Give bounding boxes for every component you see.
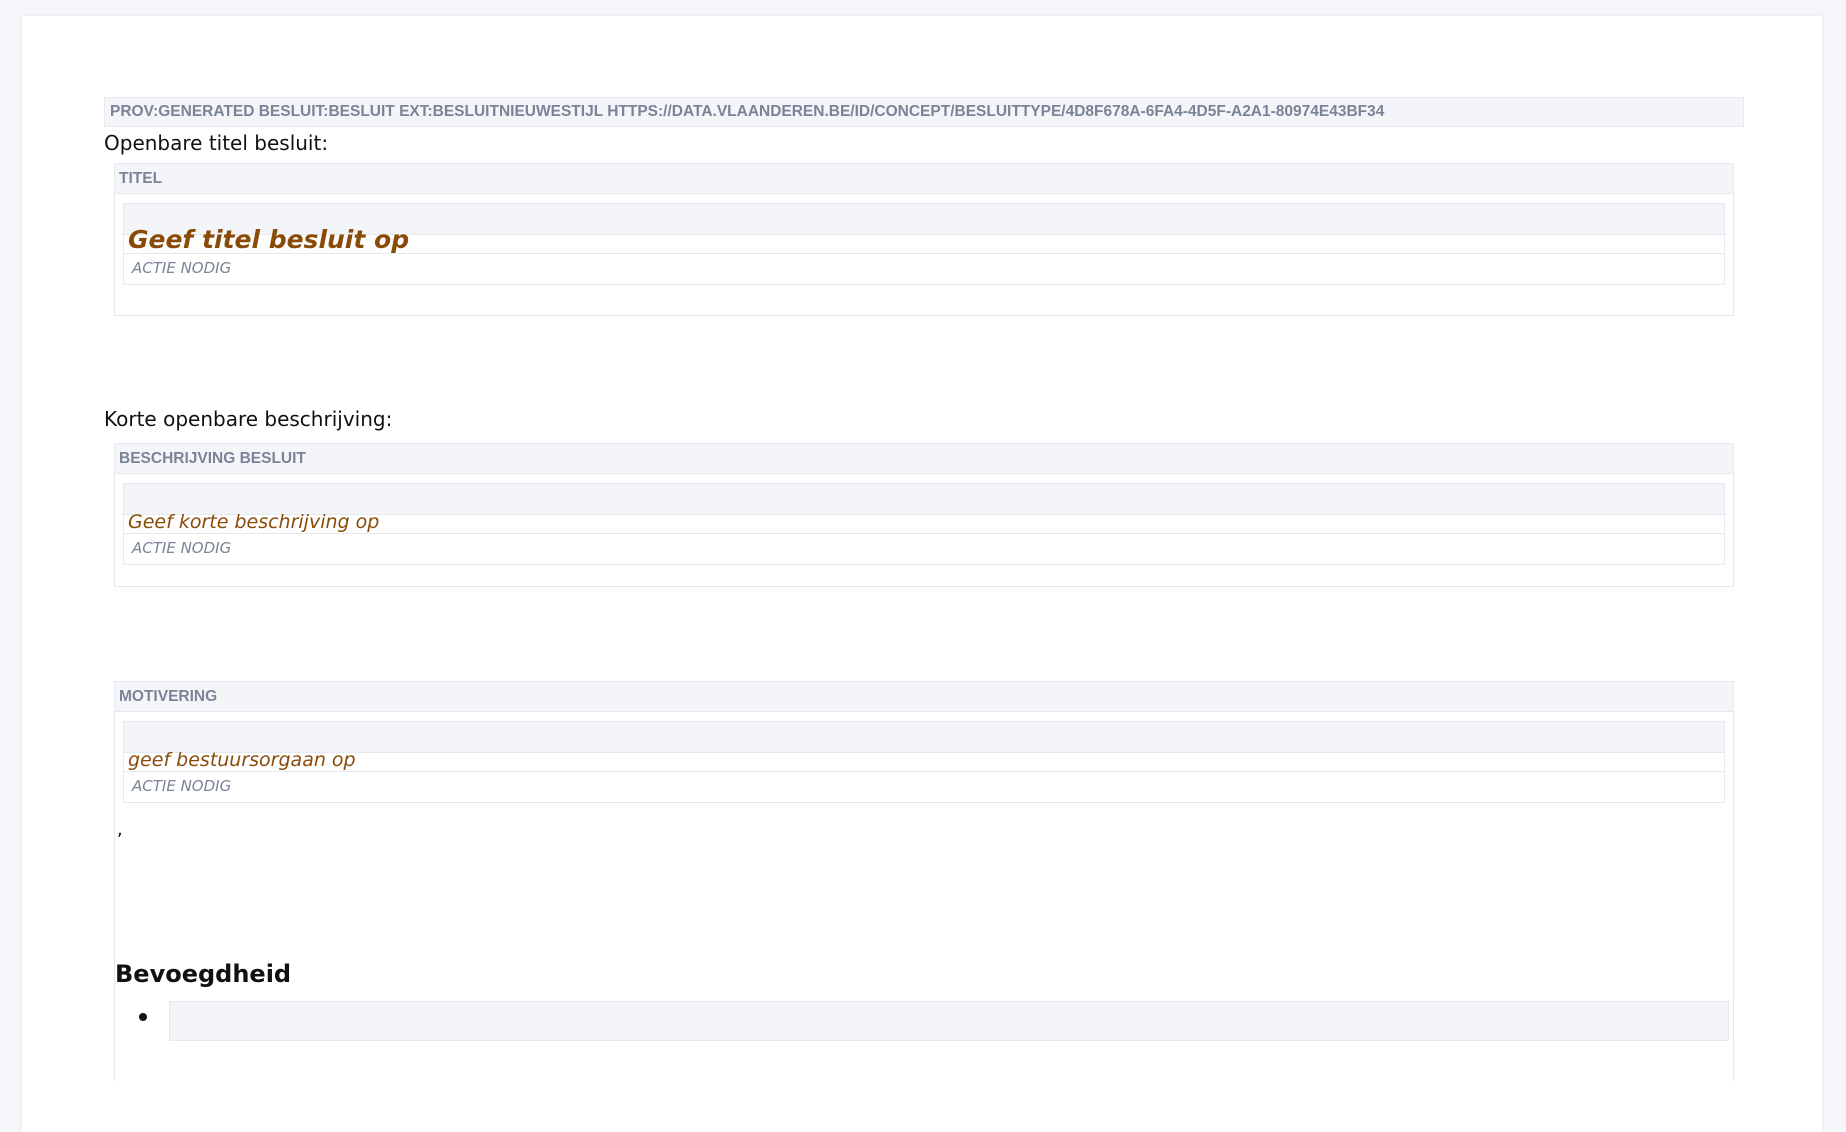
- motivering-panel-header: MOTIVERING: [115, 682, 1733, 712]
- motivering-status-label: ACTIE NODIG: [132, 777, 232, 795]
- motivering-placeholder-field[interactable]: geef bestuursorgaan op ACTIE NODIG: [123, 721, 1725, 803]
- motivering-field-top-bar: [124, 722, 1724, 753]
- motivering-panel: MOTIVERING geef bestuursorgaan op ACTIE …: [114, 681, 1734, 1081]
- beschrijving-status-label: ACTIE NODIG: [132, 539, 232, 557]
- beschrijving-placeholder-text[interactable]: Geef korte beschrijving op: [128, 511, 379, 533]
- motivering-trailing-text: ,: [117, 819, 123, 840]
- document-body: PROV:GENERATED BESLUIT:BESLUIT EXT:BESLU…: [104, 97, 1744, 1081]
- motivering-field-value[interactable]: geef bestuursorgaan op: [124, 749, 1724, 772]
- bullet-icon: [139, 1013, 147, 1021]
- titel-placeholder-field[interactable]: Geef titel besluit op ACTIE NODIG: [123, 203, 1725, 285]
- bevoegdheid-list-item: [115, 1001, 1733, 1041]
- titel-panel: TITEL Geef titel besluit op ACTIE NODIG: [114, 163, 1734, 316]
- title-section-label: Openbare titel besluit:: [104, 131, 329, 155]
- titel-placeholder-text[interactable]: Geef titel besluit op: [128, 225, 409, 254]
- titel-panel-header: TITEL: [115, 164, 1733, 194]
- titel-field-value[interactable]: Geef titel besluit op: [124, 225, 1724, 254]
- beschrijving-panel: BESCHRIJVING BESLUIT Geef korte beschrij…: [114, 443, 1734, 587]
- beschrijving-placeholder-field[interactable]: Geef korte beschrijving op ACTIE NODIG: [123, 483, 1725, 565]
- beschrijving-field-value[interactable]: Geef korte beschrijving op: [124, 511, 1724, 534]
- document-page: PROV:GENERATED BESLUIT:BESLUIT EXT:BESLU…: [22, 16, 1822, 1132]
- bevoegdheid-heading: Bevoegdheid: [115, 960, 292, 988]
- bevoegdheid-item-field[interactable]: [169, 1001, 1729, 1041]
- beschrijving-panel-header: BESCHRIJVING BESLUIT: [115, 444, 1733, 474]
- description-section-label: Korte openbare beschrijving:: [104, 407, 393, 431]
- rdfa-context-bar: PROV:GENERATED BESLUIT:BESLUIT EXT:BESLU…: [104, 97, 1744, 127]
- motivering-placeholder-text[interactable]: geef bestuursorgaan op: [128, 749, 356, 771]
- titel-status-label: ACTIE NODIG: [132, 259, 232, 277]
